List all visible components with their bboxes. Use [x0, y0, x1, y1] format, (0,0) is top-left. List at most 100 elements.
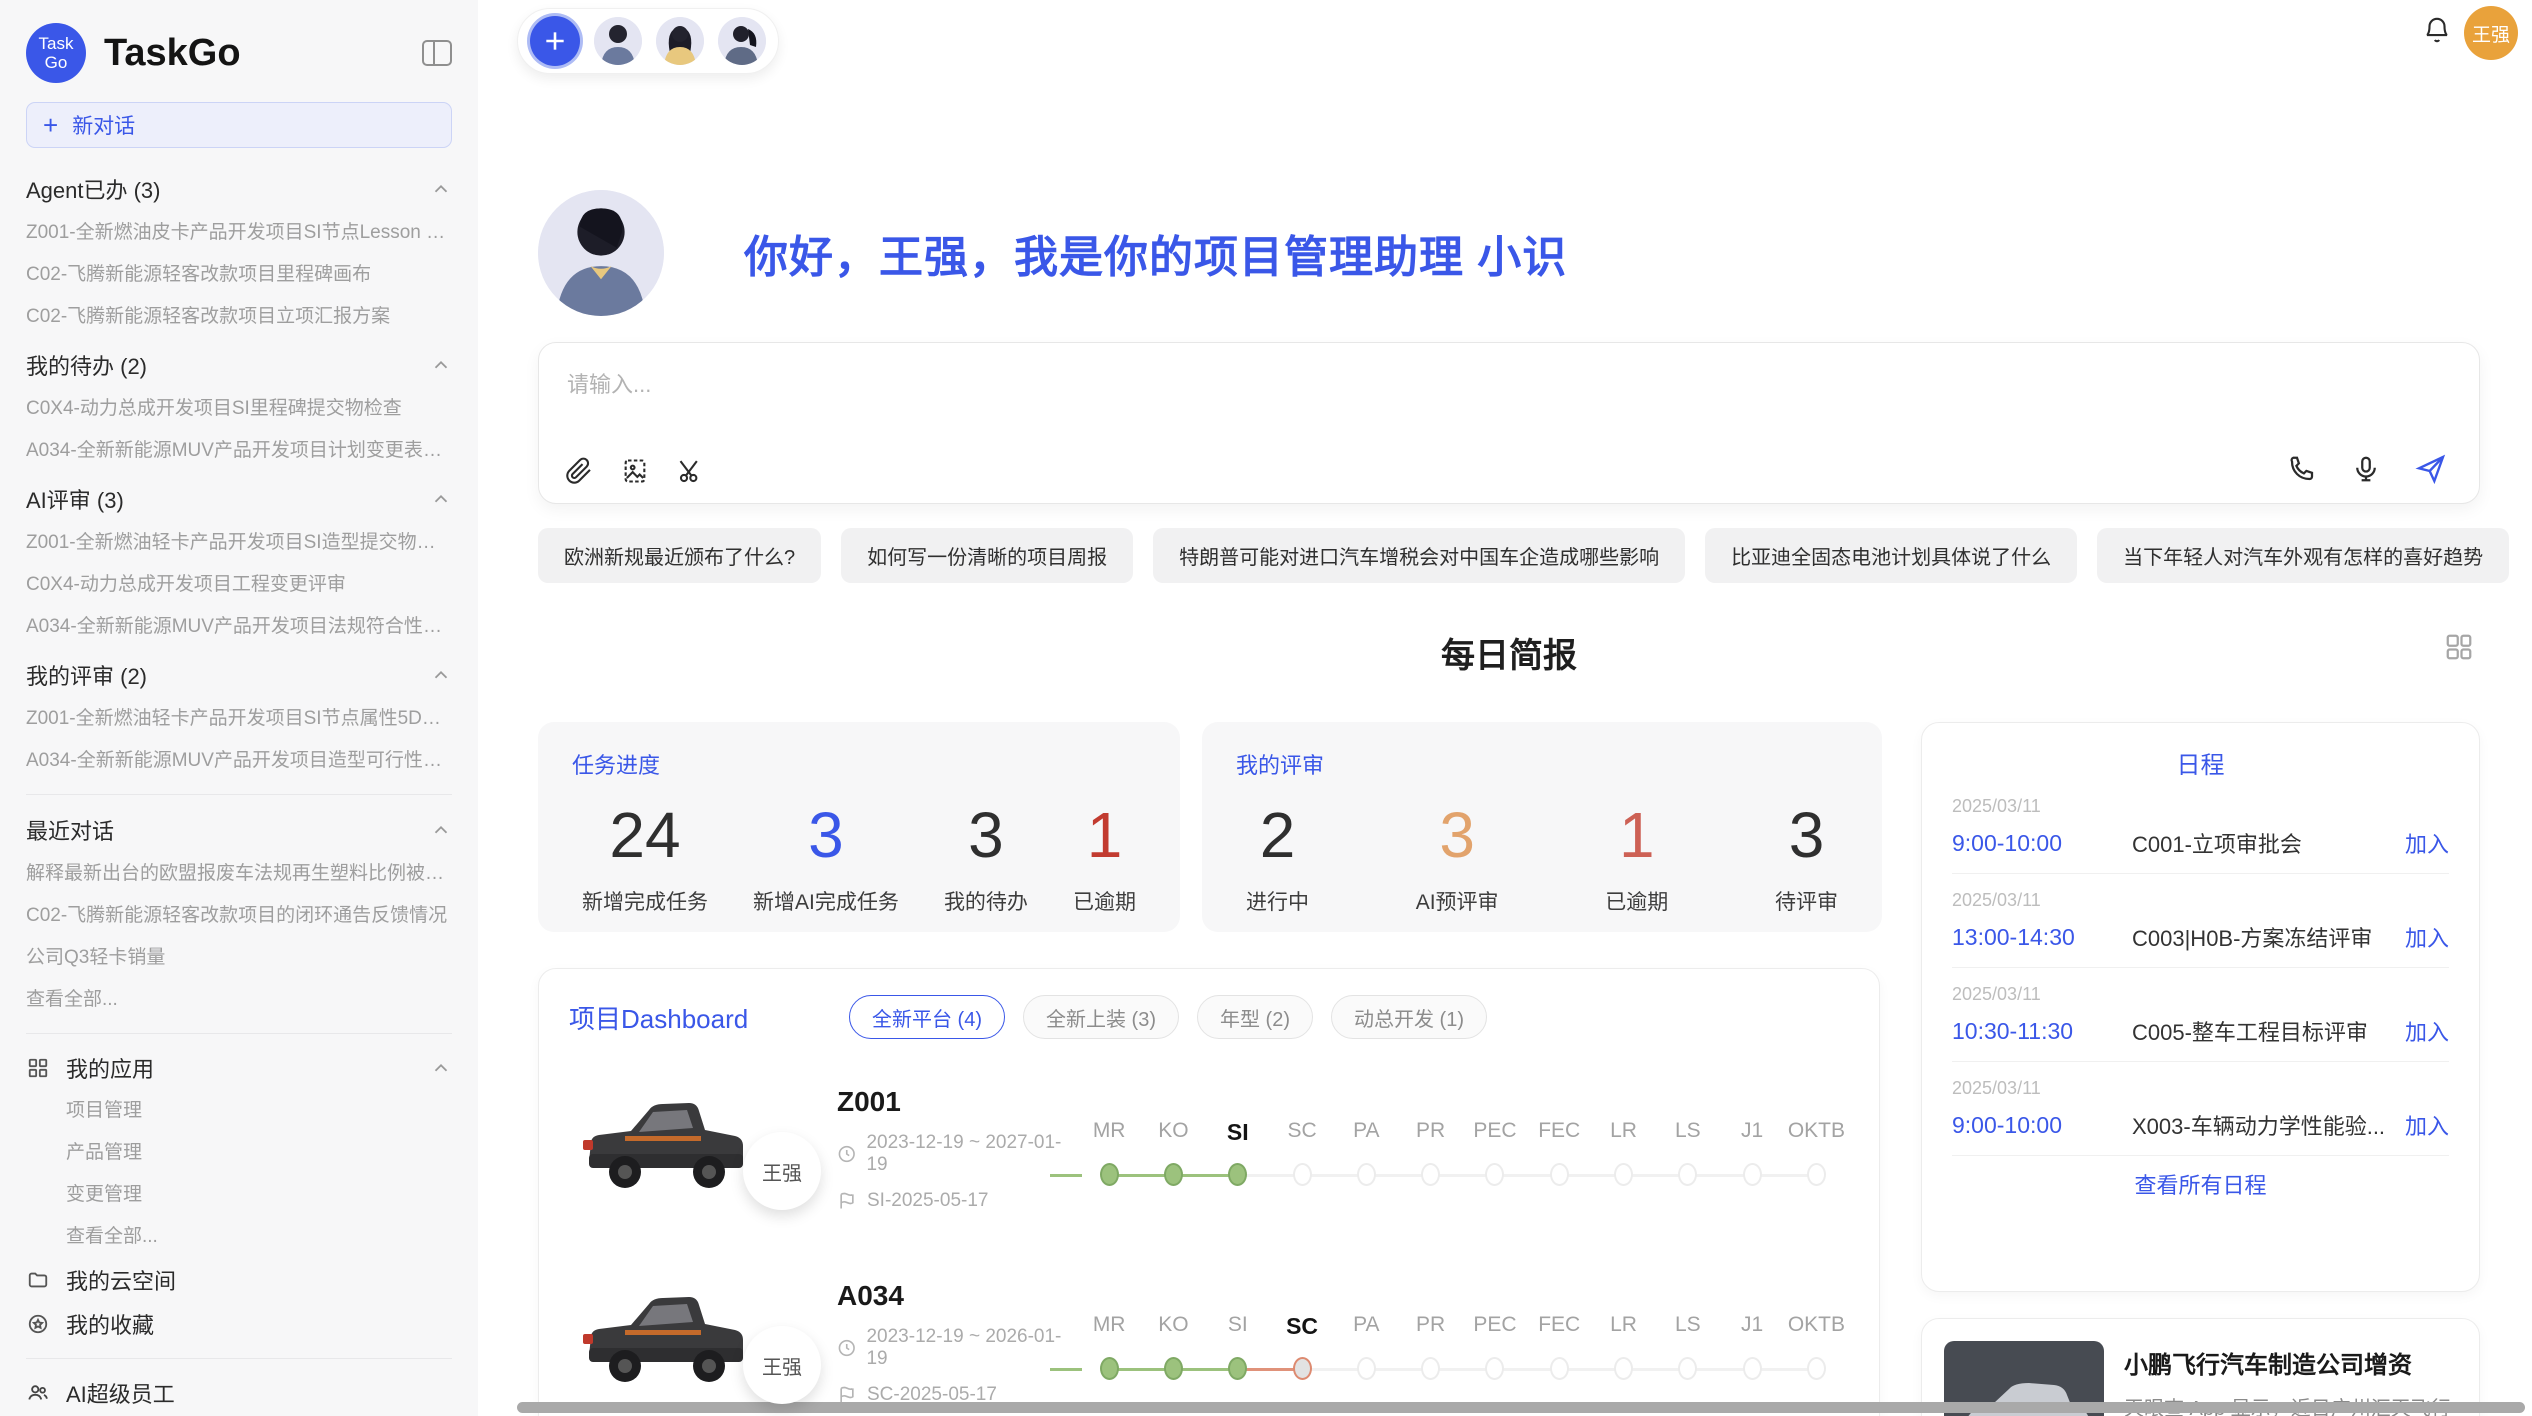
chevron-up-icon[interactable] [430, 1057, 452, 1079]
star-badge-icon [26, 1312, 50, 1336]
view-all-schedule-link[interactable]: 查看所有日程 [1952, 1168, 2449, 1200]
chevron-up-icon[interactable] [430, 488, 452, 510]
microphone-icon[interactable] [2351, 454, 2381, 484]
chevron-up-icon[interactable] [430, 664, 452, 686]
filter-pill[interactable]: 全新上装 (3) [1023, 995, 1179, 1039]
filter-pill[interactable]: 年型 (2) [1197, 995, 1313, 1039]
filter-pill-active[interactable]: 全新平台 (4) [849, 995, 1005, 1039]
sidebar-item[interactable]: A034-全新新能源MUV产品开发项目造型可行性评审 [26, 740, 452, 782]
horizontal-scrollbar[interactable] [517, 1402, 2525, 1413]
schedule-title: 日程 [1952, 745, 2449, 780]
schedule-date: 2025/03/11 [1952, 796, 2449, 817]
sidebar-item[interactable]: Z001-全新燃油皮卡产品开发项目SI节点Lesson Learn报告 [26, 212, 452, 254]
user-avatar[interactable]: 王强 [2464, 6, 2518, 60]
sidebar-item[interactable]: 解释最新出台的欧盟报废车法规再生塑料比例被调至15%... [26, 853, 452, 895]
stat-value: 24 [609, 798, 680, 872]
notifications-bell-icon[interactable] [2422, 14, 2452, 51]
join-link[interactable]: 加入 [2405, 1015, 2449, 1047]
join-link[interactable]: 加入 [2405, 921, 2449, 953]
layout-grid-icon[interactable] [2444, 632, 2474, 667]
milestone-dot [1614, 1163, 1633, 1186]
chat-composer [538, 342, 2480, 504]
image-upload-icon[interactable] [621, 457, 649, 485]
section-title: 我的待办 (2) [26, 349, 147, 381]
schedule-time: 9:00-10:00 [1952, 830, 2132, 857]
suggestion-chip[interactable]: 比亚迪全固态电池计划具体说了什么 [1705, 528, 2077, 583]
ai-super-staff-row[interactable]: AI超级员工 [26, 1371, 452, 1415]
add-assistant-button[interactable] [530, 16, 580, 66]
filter-pill[interactable]: 动总开发 (1) [1331, 995, 1487, 1039]
assistant-avatar-1[interactable] [594, 17, 642, 65]
sidebar-item[interactable]: 公司Q3轻卡销量 [26, 937, 452, 979]
stat-label: 已逾期 [1073, 886, 1136, 916]
suggestion-chip[interactable]: 欧洲新规最近颁布了什么? [538, 528, 821, 583]
daily-brief-header: 每日简报 [538, 628, 2480, 677]
stat-value: 3 [808, 798, 844, 872]
logo-line2: Go [45, 53, 68, 72]
sidebar-item[interactable]: C0X4-动力总成开发项目SI里程碑提交物检查 [26, 388, 452, 430]
stat-value: 2 [1260, 798, 1296, 872]
cloud-space-row[interactable]: 我的云空间 [26, 1258, 452, 1302]
sidebar-item[interactable]: Z001-全新燃油轻卡产品开发项目SI造型提交物评审 [26, 522, 452, 564]
scissors-icon[interactable] [677, 457, 705, 485]
chevron-up-icon[interactable] [430, 354, 452, 376]
section-my-todo[interactable]: 我的待办 (2) [26, 342, 452, 388]
section-agent-done[interactable]: Agent已办 (3) [26, 166, 452, 212]
attachment-icon[interactable] [565, 457, 593, 485]
chat-input[interactable] [567, 367, 1886, 413]
my-apps-row[interactable]: 我的应用 [26, 1046, 452, 1090]
stat: 24新增完成任务 [582, 798, 708, 916]
phone-call-icon[interactable] [2287, 454, 2317, 484]
app-link-project-mgmt[interactable]: 项目管理 [26, 1090, 452, 1132]
project-row-z001[interactable]: 王强 Z001 2023-12-19 ~ 2027-01-19 SI-2025-… [569, 1065, 1849, 1233]
milestone-dot [1807, 1163, 1826, 1186]
project-flag-date: SI-2025-05-17 [837, 1190, 1077, 1212]
clock-icon [837, 1338, 856, 1358]
section-title: 我的评审 (2) [26, 659, 147, 691]
sidebar-item[interactable]: Z001-全新燃油轻卡产品开发项目SI节点属性5D文件评审 [26, 698, 452, 740]
sidebar-item[interactable]: C02-飞腾新能源轻客改款项目立项汇报方案 [26, 296, 452, 338]
milestone-track: MR KO SI SC PA PR PEC FEC LR LS J1 OKTB [1077, 1113, 1849, 1186]
suggestion-chip[interactable]: 当下年轻人对汽车外观有怎样的喜好趋势 [2097, 528, 2509, 583]
sidebar-item[interactable]: A034-全新新能源MUV产品开发项目法规符合性评审 [26, 606, 452, 648]
suggestion-chip[interactable]: 如何写一份清晰的项目周报 [841, 528, 1133, 583]
greeting-text: 你好，王强，我是你的项目管理助理 小识 [744, 221, 1567, 285]
collapse-sidebar-icon[interactable] [422, 40, 452, 66]
chevron-up-icon[interactable] [430, 178, 452, 200]
chevron-up-icon[interactable] [430, 819, 452, 841]
project-row-a034[interactable]: 王强 A034 2023-12-19 ~ 2026-01-19 SC-2025-… [569, 1259, 1849, 1416]
app-link-change-mgmt[interactable]: 变更管理 [26, 1174, 452, 1216]
view-all-chats-link[interactable]: 查看全部... [26, 979, 452, 1021]
stat: 2进行中 [1246, 798, 1309, 916]
owner-badge: 王强 [743, 1132, 821, 1210]
app-link-product-mgmt[interactable]: 产品管理 [26, 1132, 452, 1174]
stat-value: 1 [1087, 798, 1123, 872]
milestone-dot [1357, 1357, 1376, 1380]
send-icon[interactable] [2415, 453, 2447, 485]
sidebar-item[interactable]: A034-全新新能源MUV产品开发项目计划变更表编写 [26, 430, 452, 472]
sidebar-item[interactable]: C02-飞腾新能源轻客改款项目里程碑画布 [26, 254, 452, 296]
stats-row: 任务进度 24新增完成任务 3新增AI完成任务 3我的待办 1已逾期 我的评审 … [538, 722, 1882, 932]
schedule-time: 10:30-11:30 [1952, 1018, 2132, 1045]
join-link[interactable]: 加入 [2405, 1109, 2449, 1141]
milestone-dot [1678, 1163, 1697, 1186]
milestone-dot [1293, 1163, 1312, 1186]
suggestion-chip[interactable]: 特朗普可能对进口汽车增税会对中国车企造成哪些影响 [1153, 528, 1685, 583]
view-all-apps-link[interactable]: 查看全部... [26, 1216, 452, 1258]
milestone-dot [1293, 1357, 1312, 1380]
new-chat-button[interactable]: + 新对话 [26, 102, 452, 148]
sidebar-item[interactable]: C02-飞腾新能源轻客改款项目的闭环通告反馈情况 [26, 895, 452, 937]
sidebar-item[interactable]: C0X4-动力总成开发项目工程变更评审 [26, 564, 452, 606]
assistant-avatar-3[interactable] [718, 17, 766, 65]
section-recent-chats[interactable]: 最近对话 [26, 807, 452, 853]
schedule-card: 日程 2025/03/11 9:00-10:00 C001-立项审批会 加入 2… [1921, 722, 2480, 1292]
project-name: A034 [837, 1280, 1077, 1312]
favorites-row[interactable]: 我的收藏 [26, 1302, 452, 1346]
section-my-review[interactable]: 我的评审 (2) [26, 652, 452, 698]
daily-brief-title: 每日简报 [1441, 628, 1577, 677]
schedule-item: 2025/03/11 9:00-10:00 X003-车辆动力学性能验... 加… [1952, 1062, 2449, 1156]
join-link[interactable]: 加入 [2405, 827, 2449, 859]
assistant-avatar-2[interactable] [656, 17, 704, 65]
project-dates: 2023-12-19 ~ 2027-01-19 [837, 1132, 1077, 1176]
section-ai-review[interactable]: AI评审 (3) [26, 476, 452, 522]
